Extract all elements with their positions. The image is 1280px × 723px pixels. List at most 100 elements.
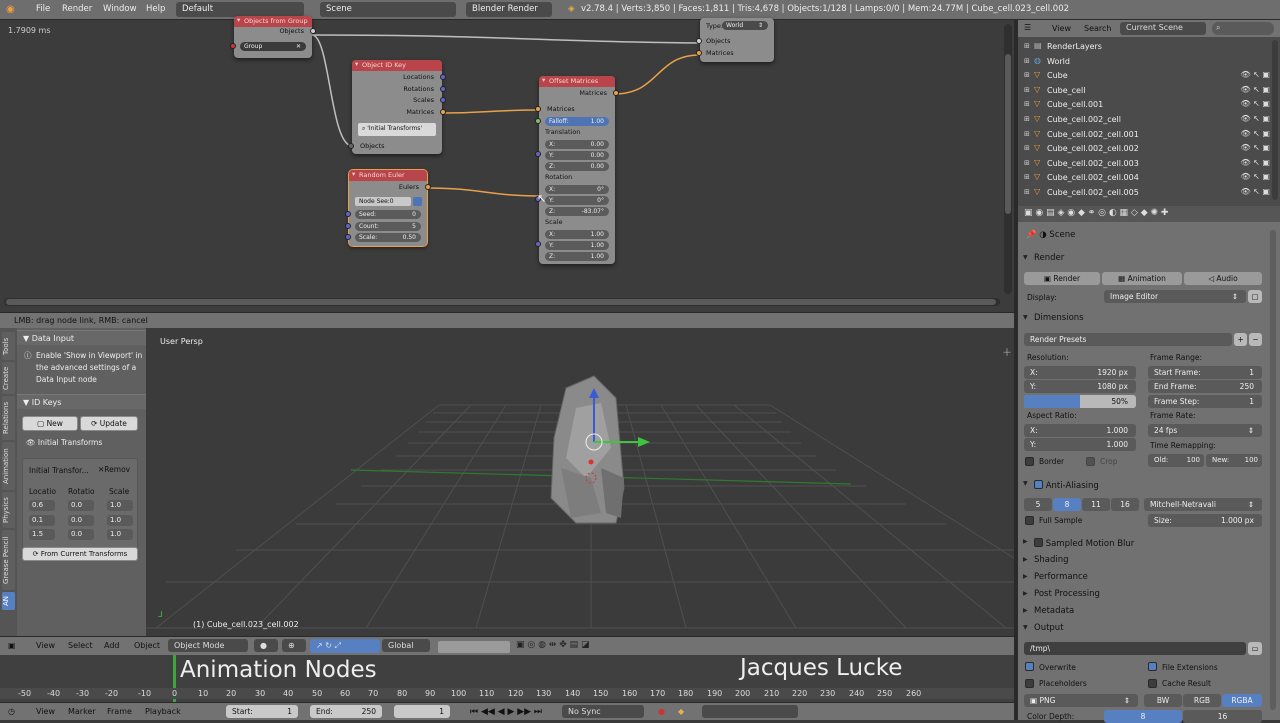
new-field[interactable]: New: 100	[1206, 454, 1262, 467]
value-cell[interactable]: 1.0	[107, 515, 133, 526]
value-cell[interactable]: 0.0	[68, 515, 94, 526]
current-frame-field[interactable]: 1	[394, 705, 450, 718]
menu-render[interactable]: Render	[62, 4, 92, 14]
outliner-item[interactable]: ⊞ ▽ Cube_cell 👁 ↖ ▣	[1018, 84, 1270, 99]
node-objects-from-group[interactable]: Objects from Group Objects Group ✕	[230, 16, 316, 58]
properties-context-icons[interactable]: ▣ ◉ ▤ ◈ ◉ ◆ ⚭ ◎ ◐ ▦ ◇ ◆ ✺ ✚	[1024, 208, 1168, 218]
output-path-field[interactable]: /tmp\	[1024, 642, 1246, 655]
outliner-item[interactable]: ⊞ ▽ Cube_cell.002_cell.001 👁 ↖ ▣	[1018, 128, 1270, 143]
input-socket-matrices[interactable]	[696, 50, 702, 56]
node-random-euler[interactable]: Random Euler Eulers Node See:0 Seed: 0 Co…	[345, 169, 431, 247]
output-socket-eulers[interactable]	[425, 184, 431, 190]
vertical-scrollbar[interactable]	[1004, 24, 1012, 294]
output-socket[interactable]	[310, 28, 316, 34]
color-mode-rgba[interactable]: RGBA	[1222, 694, 1262, 707]
value-cell[interactable]: 1.0	[107, 500, 133, 511]
menu-add[interactable]: Add	[104, 641, 120, 650]
output-socket-scales[interactable]	[440, 97, 446, 103]
menu-view[interactable]: View	[36, 707, 55, 716]
from-current-transforms-button[interactable]: ⟳ From Current Transforms	[22, 547, 138, 561]
crop-checkbox[interactable]	[1086, 457, 1095, 466]
color-depth-8[interactable]: 8	[1104, 710, 1182, 723]
keying-icon[interactable]: ◆	[678, 707, 684, 716]
expand-icon[interactable]: ⊞	[1024, 57, 1030, 65]
metadata-panel-header[interactable]: Metadata	[1018, 603, 1274, 619]
node-seed-field[interactable]: Node See:0	[355, 197, 411, 206]
clear-icon[interactable]: ✕	[296, 43, 301, 50]
start-frame-field[interactable]: Start: 1	[226, 705, 298, 718]
output-socket-matrices[interactable]	[440, 109, 446, 115]
visibility-toggles[interactable]: 👁 ↖ ▣	[1240, 143, 1270, 152]
type-select[interactable]: World ⇕	[722, 21, 768, 30]
tab-create[interactable]: Create	[2, 362, 15, 394]
input-socket-seed[interactable]	[345, 211, 351, 217]
expand-icon[interactable]: ⊞	[1024, 42, 1030, 50]
old-field[interactable]: Old: 100	[1148, 454, 1204, 467]
output-panel-header[interactable]: Output	[1018, 620, 1274, 636]
aspect-x-field[interactable]: X: 1.000	[1024, 424, 1136, 437]
menu-select[interactable]: Select	[68, 641, 93, 650]
visibility-toggles[interactable]: 👁 ↖ ▣	[1240, 70, 1270, 79]
update-button[interactable]: ⟳ Update	[80, 416, 138, 431]
sync-select[interactable]: No Sync	[562, 705, 644, 718]
add-preset-icon[interactable]: +	[1234, 333, 1247, 346]
start-frame-field[interactable]: Start Frame: 1	[1148, 366, 1262, 379]
visibility-toggles[interactable]: 👁 ↖ ▣	[1240, 158, 1270, 167]
cache-result-checkbox[interactable]	[1148, 679, 1157, 688]
render-button[interactable]: ▣ Render	[1024, 272, 1100, 285]
visibility-toggles[interactable]: 👁 ↖ ▣	[1240, 114, 1270, 123]
color-depth-16[interactable]: 16	[1183, 710, 1262, 723]
outliner-scrollbar[interactable]	[1272, 40, 1278, 200]
resolution-y-field[interactable]: Y: 1080 px	[1024, 380, 1136, 393]
motion-blur-panel-header[interactable]: Sampled Motion Blur	[1018, 534, 1274, 550]
menu-playback[interactable]: Playback	[145, 707, 181, 716]
input-socket-count[interactable]	[345, 223, 351, 229]
display-select[interactable]: Image Editor ⇕	[1104, 290, 1246, 303]
seed-field[interactable]: Seed: 0	[355, 210, 421, 219]
keying-set-select[interactable]	[702, 705, 798, 718]
input-socket-objects[interactable]	[348, 143, 354, 149]
full-sample-checkbox[interactable]	[1025, 516, 1034, 525]
menu-file[interactable]: File	[36, 4, 50, 14]
editor-type-icon[interactable]: ▣	[8, 641, 16, 650]
visibility-toggles[interactable]: 👁 ↖ ▣	[1240, 129, 1270, 138]
outliner-item[interactable]: ⊞ ▽ Cube 👁 ↖ ▣	[1018, 69, 1270, 84]
layout-select[interactable]: Default	[176, 2, 304, 17]
scale-x[interactable]: X: 1.00	[545, 230, 609, 239]
outliner-item[interactable]: ⊞ ▤ RenderLayers	[1018, 40, 1270, 55]
rotation-x[interactable]: X: 0°	[545, 185, 609, 194]
properties-scrollbar[interactable]	[1270, 230, 1276, 710]
node-offset-matrices[interactable]: Offset Matrices Matrices Matrices Fallof…	[535, 76, 619, 264]
file-extensions-checkbox[interactable]	[1148, 662, 1157, 671]
expand-icon[interactable]: ⊞	[1024, 144, 1030, 152]
seed-toggle-icon[interactable]	[413, 197, 422, 206]
visibility-toggles[interactable]: 👁 ↖ ▣	[1240, 85, 1270, 94]
overwrite-checkbox[interactable]	[1025, 662, 1034, 671]
end-frame-field[interactable]: End: 250	[310, 705, 382, 718]
node-transform-output[interactable]: Type: World ⇕ Objects Matrices	[696, 18, 774, 62]
blender-logo-icon[interactable]: ◉	[6, 4, 15, 15]
scale-y[interactable]: Y: 1.00	[545, 241, 609, 250]
node-object-id-key[interactable]: Object ID Key Locations Rotations Scales…	[348, 60, 446, 154]
file-format-select[interactable]: ▣ PNG ⇕	[1024, 694, 1138, 707]
key-visibility-row[interactable]: 👁 Initial Transforms	[26, 438, 102, 447]
frame-ruler[interactable]: -50 -40 -30 -20 -10 0 10 20 30 40 50 60 …	[0, 688, 1014, 699]
viewport-corner-icon[interactable]: ＋	[1002, 344, 1012, 359]
frame-step-field[interactable]: Frame Step: 1	[1148, 395, 1262, 408]
rotation-y[interactable]: Y: 0°	[545, 196, 609, 205]
output-socket-locations[interactable]	[440, 74, 446, 80]
outliner-item[interactable]: ⊞ ▽ Cube_cell.002_cell.004 👁 ↖ ▣	[1018, 171, 1270, 186]
remove-key-button[interactable]: ✕Remov	[98, 465, 130, 474]
performance-panel-header[interactable]: Performance	[1018, 569, 1274, 585]
input-socket-objects[interactable]	[696, 38, 702, 44]
id-key-field[interactable]: ⌕ 'Initial Transforms'	[358, 123, 436, 136]
data-input-header[interactable]: ▼ Data Input	[17, 330, 146, 345]
expand-icon[interactable]: ⊞	[1024, 130, 1030, 138]
value-cell[interactable]: 1.5	[29, 529, 55, 540]
expand-icon[interactable]: ⊞	[1024, 86, 1030, 94]
tab-animation[interactable]: Animation	[2, 442, 15, 490]
resolution-x-field[interactable]: X: 1920 px	[1024, 366, 1136, 379]
menu-search[interactable]: Search	[1084, 24, 1111, 33]
outliner-search-input[interactable]: ⌕	[1212, 22, 1274, 35]
tab-an[interactable]: AN	[2, 592, 15, 610]
